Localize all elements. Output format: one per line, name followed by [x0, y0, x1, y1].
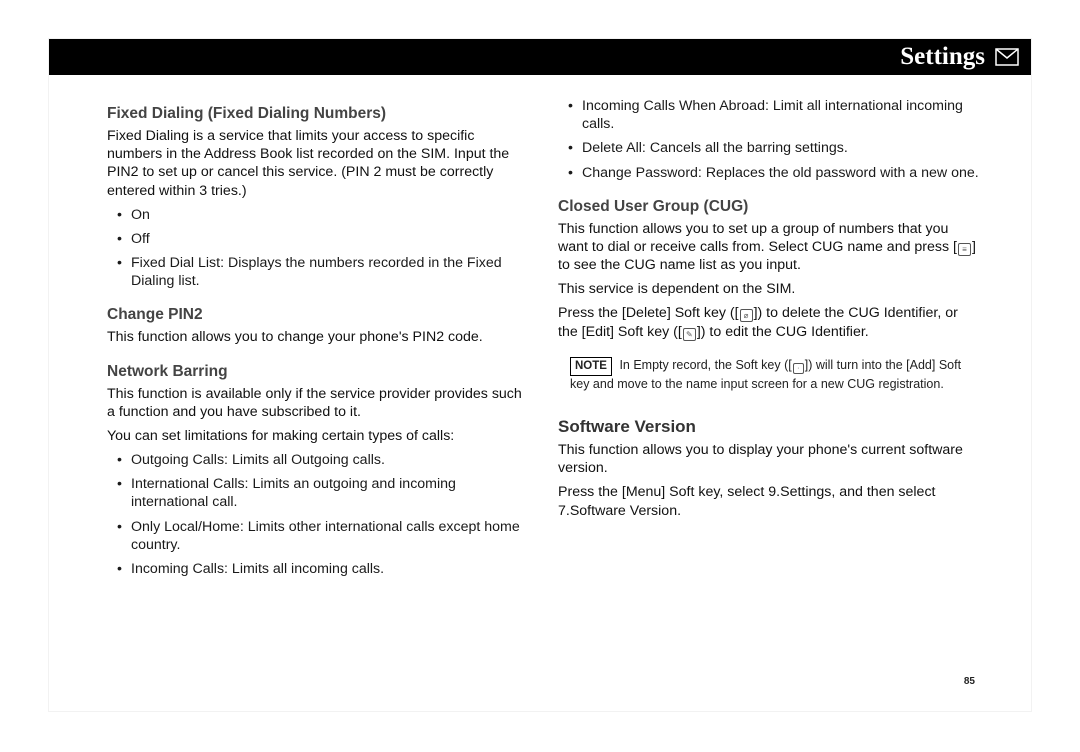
list-item: Off [121, 230, 530, 248]
heading-cug: Closed User Group (CUG) [558, 198, 981, 216]
edit-key-icon: ✎ [683, 328, 696, 341]
para-nb1: This function is available only if the s… [107, 385, 530, 421]
list-network-barring: Outgoing Calls: Limits all Outgoing call… [107, 451, 530, 578]
para-cug1: This function allows you to set up a gro… [558, 220, 981, 275]
list-item: International Calls: Limits an outgoing … [121, 475, 530, 511]
list-item: Fixed Dial List: Displays the numbers re… [121, 254, 530, 290]
right-column: Incoming Calls When Abroad: Limit all in… [558, 89, 981, 584]
list-network-barring-cont: Incoming Calls When Abroad: Limit all in… [558, 97, 981, 182]
page-inner: Settings Fixed Dialing (Fixed Dialing Nu… [48, 38, 1032, 712]
list-item: Only Local/Home: Limits other internatio… [121, 518, 530, 554]
para-cug2: This service is dependent on the SIM. [558, 280, 981, 298]
heading-change-pin2: Change PIN2 [107, 306, 530, 324]
list-item: Change Password: Replaces the old passwo… [572, 164, 981, 182]
para-sw1: This function allows you to display your… [558, 441, 981, 477]
heading-fixed-dialing: Fixed Dialing (Fixed Dialing Numbers) [107, 105, 530, 123]
content-columns: Fixed Dialing (Fixed Dialing Numbers) Fi… [49, 75, 1031, 584]
heading-network-barring: Network Barring [107, 363, 530, 381]
left-column: Fixed Dialing (Fixed Dialing Numbers) Fi… [107, 89, 530, 584]
list-item: Outgoing Calls: Limits all Outgoing call… [121, 451, 530, 469]
note-block: NOTE In Empty record, the Soft key ([·])… [558, 351, 981, 399]
list-item: Incoming Calls When Abroad: Limit all in… [572, 97, 981, 133]
para-cug3: Press the [Delete] Soft key ([⌀]) to del… [558, 304, 981, 340]
menu-key-icon: ≡ [958, 243, 971, 256]
para-fixed-dialing: Fixed Dialing is a service that limits y… [107, 127, 530, 200]
page-wrap: Settings Fixed Dialing (Fixed Dialing Nu… [0, 0, 1080, 752]
para-nb2: You can set limitations for making certa… [107, 427, 530, 445]
delete-key-icon: ⌀ [740, 309, 753, 322]
list-item: Delete All: Cancels all the barring sett… [572, 139, 981, 157]
para-sw2: Press the [Menu] Soft key, select 9.Sett… [558, 483, 981, 519]
header-title: Settings [900, 43, 985, 71]
envelope-icon [995, 48, 1019, 66]
add-key-icon: · [793, 363, 804, 374]
list-item: On [121, 206, 530, 224]
list-fixed-dialing: On Off Fixed Dial List: Displays the num… [107, 206, 530, 291]
heading-software-version: Software Version [558, 417, 981, 437]
note-label: NOTE [570, 357, 612, 377]
page-number: 85 [964, 676, 975, 687]
header-bar: Settings [49, 39, 1031, 75]
para-change-pin2: This function allows you to change your … [107, 328, 530, 346]
list-item: Incoming Calls: Limits all incoming call… [121, 560, 530, 578]
